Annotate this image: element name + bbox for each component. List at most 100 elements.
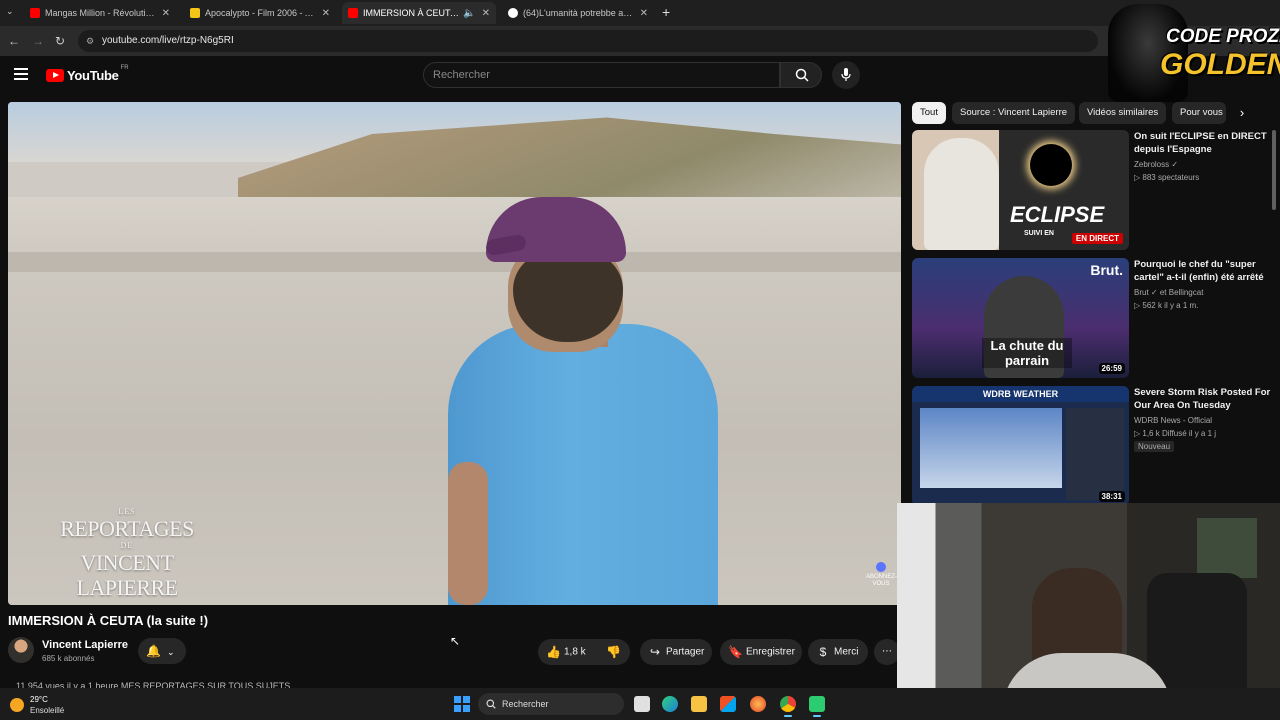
close-tab-icon[interactable]: ✕ [482, 8, 490, 19]
sun-icon [10, 698, 24, 712]
save-button[interactable]: 🔖 Enregistrer [720, 639, 802, 665]
browser-toolbar: ← → ↻ ⚙ youtube.com/live/rtzp-N6g5RI [0, 26, 1280, 56]
recommendation-item[interactable]: WDRB WEATHER 38:31 Severe Storm Risk Pos… [912, 386, 1272, 506]
tab-apocalypto[interactable]: Apocalypto - Film 2006 - AlloC ✕ [184, 2, 336, 24]
meta-text: 1,6 k Diffusé il y a 1 j [1142, 429, 1217, 438]
bell-icon: 🔔 [146, 644, 161, 658]
youtube-logo[interactable]: YouTube FR [46, 65, 129, 83]
tab-tiktok[interactable]: (64)L'umanità potrebbe aver ap ✕ [502, 2, 654, 24]
recommendation-meta: ▷ 562 k il y a 1 m. [1134, 301, 1198, 310]
task-view-icon[interactable] [634, 696, 650, 712]
reload-icon[interactable]: ↻ [52, 33, 68, 49]
channel-avatar[interactable] [8, 637, 34, 663]
channel-watermark: LES REPORTAGES DE VINCENT LAPIERRE [52, 507, 202, 600]
chrome-icon[interactable] [780, 696, 796, 717]
recommendation-meta: ▷ 883 spectateurs [1134, 173, 1199, 182]
recommendation-channel[interactable]: Brut ✓ et Bellingcat [1134, 288, 1203, 297]
recommendation-item[interactable]: Brut. La chute du parrain 26:59 Pourquoi… [912, 258, 1272, 378]
mouse-cursor-icon: ↖ [450, 634, 461, 648]
eclipse-sun-icon [1030, 144, 1072, 186]
watermark-line: VINCENT LAPIERRE [76, 550, 178, 600]
chip-source[interactable]: Source : Vincent Lapierre [952, 102, 1076, 124]
sidebar-scrollbar[interactable] [1272, 130, 1276, 210]
file-explorer-icon[interactable] [691, 696, 707, 712]
thumbnail-brand: Brut. [1090, 262, 1123, 278]
video-subject-arm [448, 462, 488, 605]
recommendation-item[interactable]: ECLIPSE SUIVI EN EN DIRECT On suit l'ECL… [912, 130, 1272, 250]
app-icon[interactable] [809, 696, 825, 717]
taskbar-search[interactable]: Rechercher [478, 693, 624, 715]
search-button[interactable] [780, 62, 822, 88]
audio-icon[interactable]: 🔈 [463, 8, 475, 19]
youtube-header: YouTube FR Rechercher [0, 56, 1280, 96]
thanks-button[interactable]: $ Merci [808, 639, 868, 665]
thanks-icon: $ [819, 645, 827, 659]
live-badge: EN DIRECT [1071, 233, 1123, 244]
meta-text: 883 spectateurs [1142, 173, 1200, 182]
weather-condition: Ensoleillé [30, 706, 65, 715]
webcam-poster [1197, 518, 1257, 578]
back-arrow-icon[interactable]: ← [6, 33, 22, 49]
video-thumbnail[interactable]: ECLIPSE SUIVI EN EN DIRECT [912, 130, 1129, 250]
recommendation-meta: ▷ 1,6 k Diffusé il y a 1 j [1134, 429, 1216, 438]
thumbnail-subtext: SUIVI EN [1024, 230, 1054, 237]
thumbnail-screen [920, 408, 1062, 488]
microphone-icon [841, 68, 851, 81]
chevron-right-icon[interactable]: › [1232, 104, 1252, 122]
thumbs-up-icon: 👍 [546, 645, 561, 659]
subscribe-watermark[interactable]: ABONNEZ-VOUS [866, 562, 897, 592]
close-tab-icon[interactable]: ✕ [640, 8, 648, 19]
watermark-line: DE [120, 541, 134, 550]
voice-search-button[interactable] [832, 61, 860, 89]
recommendation-title[interactable]: On suit l'ECLIPSE en DIRECT depuis l'Esp… [1134, 130, 1274, 156]
like-button[interactable]: 👍 1,8 k [546, 639, 586, 666]
site-info-icon[interactable]: ⚙ [86, 30, 94, 52]
new-tab-icon[interactable]: + [662, 4, 670, 20]
video-title: IMMERSION À CEUTA (la suite !) [8, 613, 209, 628]
verified-icon: ✓ [1150, 288, 1158, 297]
close-tab-icon[interactable]: ✕ [162, 8, 170, 19]
new-badge: Nouveau [1134, 441, 1175, 452]
thumbs-down-icon: 👎 [606, 645, 621, 659]
stream-overlay-logo: CODE PROZIS GOLDENG [1108, 0, 1280, 102]
tab-immersion-ceuta[interactable]: IMMERSION À CEUTA (la sui 🔈 ✕ [342, 2, 496, 24]
watermark-line: REPORTAGES [60, 516, 194, 541]
windows-start-icon[interactable] [454, 696, 470, 712]
allocine-favicon-icon [190, 8, 200, 18]
search-input[interactable]: Rechercher [423, 62, 780, 88]
hamburger-menu-icon[interactable] [14, 68, 28, 80]
tab-list-chevron-icon[interactable]: ⌄ [6, 6, 18, 20]
firefox-icon[interactable] [750, 696, 766, 712]
channel-text: Zebroloss [1134, 160, 1170, 169]
youtube-favicon-icon [348, 8, 358, 18]
meta-text: 562 k il y a 1 m. [1142, 301, 1199, 310]
weather-widget[interactable]: 29°C Ensoleillé [10, 692, 90, 718]
tab-title: Apocalypto - Film 2006 - AlloC [205, 8, 316, 18]
youtube-favicon-icon [30, 8, 40, 18]
store-icon[interactable] [720, 696, 736, 712]
edge-icon[interactable] [662, 696, 678, 712]
more-icon: ⋯ [882, 646, 892, 657]
chip-similar[interactable]: Vidéos similaires [1079, 102, 1167, 124]
channel-text: Brut [1134, 288, 1149, 297]
video-thumbnail[interactable]: Brut. La chute du parrain 26:59 [912, 258, 1129, 378]
taskbar-search-label: Rechercher [502, 699, 549, 709]
overlay-line-2: GOLDENG [1160, 48, 1280, 81]
dislike-button[interactable]: 👎 [606, 639, 624, 666]
recommendation-title[interactable]: Pourquoi le chef du "super cartel" a-t-i… [1134, 258, 1274, 284]
recommendation-channel[interactable]: Zebroloss ✓ [1134, 160, 1178, 169]
share-button[interactable]: ↪ Partager [640, 639, 712, 665]
url-bar[interactable]: ⚙ youtube.com/live/rtzp-N6g5RI [78, 30, 1098, 52]
video-thumbnail[interactable]: WDRB WEATHER 38:31 [912, 386, 1129, 506]
chip-for-you[interactable]: Pour vous [1172, 102, 1226, 124]
url-text: youtube.com/live/rtzp-N6g5RI [102, 35, 234, 46]
recommendation-channel[interactable]: WDRB News - Official [1134, 416, 1212, 425]
recommendation-title[interactable]: Severe Storm Risk Posted For Our Area On… [1134, 386, 1274, 412]
tab-mangas-million[interactable]: Mangas Million - Révolution de ✕ [24, 2, 176, 24]
close-tab-icon[interactable]: ✕ [322, 8, 330, 19]
video-player[interactable]: LES REPORTAGES DE VINCENT LAPIERRE ABONN… [8, 102, 901, 605]
notification-bell-button[interactable]: 🔔 ⌄ [138, 638, 186, 664]
channel-name[interactable]: Vincent Lapierre [42, 639, 128, 651]
chip-all[interactable]: Tout [912, 102, 946, 124]
forward-arrow-icon[interactable]: → [30, 33, 46, 49]
